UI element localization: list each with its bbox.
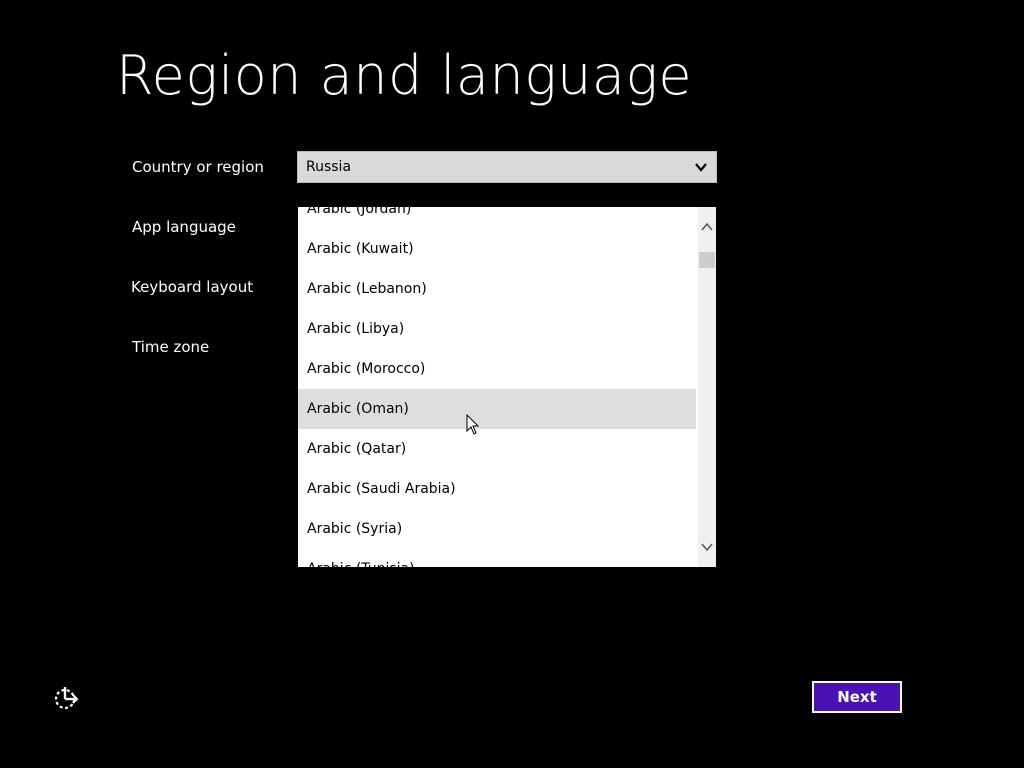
list-item[interactable]: Arabic (Qatar)	[298, 429, 696, 469]
list-item[interactable]: Arabic (Saudi Arabia)	[298, 469, 696, 509]
next-button[interactable]: Next	[812, 681, 902, 713]
list-item[interactable]: Arabic (Tunisia)	[298, 549, 696, 567]
list-item[interactable]: Arabic (Syria)	[298, 509, 696, 549]
country-or-region-select[interactable]: Russia	[297, 151, 717, 183]
chevron-down-icon	[695, 163, 707, 172]
list-item[interactable]: Arabic (Lebanon)	[298, 269, 696, 309]
list-item[interactable]: Arabic (Oman)	[298, 389, 696, 429]
dropdown-scrollbar[interactable]	[698, 207, 716, 567]
list-item[interactable]: Arabic (Libya)	[298, 309, 696, 349]
scrollbar-thumb[interactable]	[699, 252, 715, 268]
dropdown-items: Arabic (Jordan) Arabic (Kuwait) Arabic (Le…	[298, 207, 696, 567]
keyboard-layout-label: Keyboard layout	[131, 278, 254, 296]
chevron-down-icon[interactable]	[698, 537, 716, 557]
list-item[interactable]: Arabic (Jordan)	[298, 207, 696, 229]
country-select-value: Russia	[306, 159, 352, 175]
chevron-up-icon[interactable]	[698, 217, 716, 237]
country-or-region-label: Country or region	[132, 158, 264, 176]
app-language-dropdown-list[interactable]: Arabic (Jordan) Arabic (Kuwait) Arabic (Le…	[298, 207, 716, 567]
app-language-label: App language	[132, 218, 236, 236]
region-language-page: Region and language Country or region Ap…	[0, 0, 1024, 768]
mouse-pointer-icon	[466, 414, 480, 435]
list-item[interactable]: Arabic (Morocco)	[298, 349, 696, 389]
ease-of-access-icon[interactable]	[52, 684, 80, 712]
time-zone-label: Time zone	[132, 338, 210, 356]
page-title: Region and language	[116, 44, 693, 107]
list-item[interactable]: Arabic (Kuwait)	[298, 229, 696, 269]
